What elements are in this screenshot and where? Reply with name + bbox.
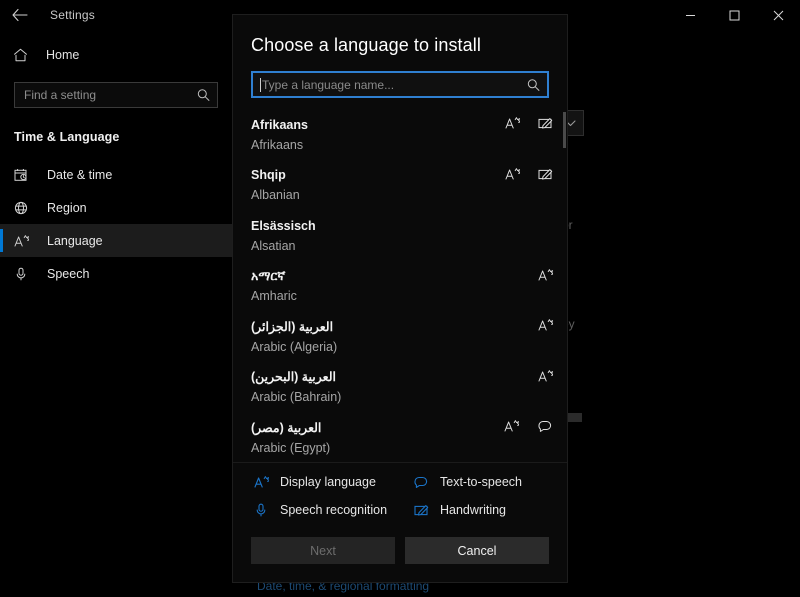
display-language-icon [251, 475, 271, 489]
language-english-name: Albanian [251, 185, 561, 205]
legend-text-to-speech: Text-to-speech [411, 475, 549, 489]
search-icon [197, 89, 210, 102]
text-to-speech-icon [411, 475, 431, 489]
app-title: Settings [50, 8, 95, 22]
capability-legend: Display language Text-to-speech Spe [233, 462, 567, 521]
globe-icon [14, 201, 34, 215]
microphone-icon [14, 267, 34, 281]
sidebar-item-date-time[interactable]: Date & time [0, 158, 232, 191]
language-search-placeholder: Type a language name... [262, 78, 394, 92]
sidebar-item-region[interactable]: Region [0, 191, 232, 224]
language-capability-icons [538, 369, 553, 383]
legend-speech-recognition: Speech recognition [251, 503, 411, 517]
display-language-icon [505, 167, 520, 181]
sidebar-section-title: Time & Language [14, 130, 232, 144]
sidebar-search-box[interactable]: Find a setting [14, 82, 218, 108]
list-item[interactable]: አማርኛ Amharic [251, 262, 561, 313]
handwriting-icon [538, 116, 553, 130]
list-item[interactable]: Shqip Albanian [251, 161, 561, 212]
list-item[interactable]: العربية (الجزائر) Arabic (Algeria) [251, 312, 561, 363]
dialog-title: Choose a language to install [251, 35, 549, 56]
back-button[interactable] [0, 0, 40, 30]
language-english-name: Afrikaans [251, 135, 561, 155]
settings-window: Settings [0, 0, 800, 597]
display-language-icon [14, 234, 34, 248]
sidebar-item-label: Region [47, 201, 87, 215]
dialog-actions: Next Cancel [233, 521, 567, 582]
sidebar: Home Find a setting Time & Language [0, 36, 232, 597]
sidebar-search-placeholder: Find a setting [24, 88, 96, 102]
language-capability-icons [505, 116, 553, 130]
language-capability-icons [505, 167, 553, 181]
display-language-icon [538, 318, 553, 332]
maximize-button[interactable] [712, 0, 756, 30]
sidebar-item-language[interactable]: Language [0, 224, 232, 257]
background-badge [568, 413, 582, 422]
sidebar-item-label: Language [47, 234, 103, 248]
language-english-name: Amharic [251, 286, 561, 306]
handwriting-icon [538, 167, 553, 181]
choose-language-dialog: Choose a language to install Type a lang… [232, 14, 568, 583]
dialog-header: Choose a language to install [233, 15, 567, 56]
language-capability-icons [538, 268, 553, 282]
legend-display-language: Display language [251, 475, 411, 489]
home-icon [13, 48, 35, 62]
text-to-speech-icon [537, 419, 553, 433]
language-english-name: Arabic (Algeria) [251, 337, 561, 357]
legend-label: Handwriting [440, 503, 506, 517]
language-list-scrollbar[interactable] [563, 110, 567, 462]
display-language-icon [538, 369, 553, 383]
language-english-name: Arabic (Egypt) [251, 438, 561, 458]
sidebar-item-home[interactable]: Home [0, 40, 232, 70]
language-english-name: Arabic (Bahrain) [251, 387, 561, 407]
legend-handwriting: Handwriting [411, 503, 549, 517]
legend-label: Speech recognition [280, 503, 387, 517]
sidebar-home-label: Home [46, 48, 79, 62]
next-button[interactable]: Next [251, 537, 395, 564]
language-native-name: العربية (الجزائر) [251, 318, 561, 337]
language-capability-icons [504, 419, 553, 433]
text-caret [260, 78, 261, 92]
legend-label: Text-to-speech [440, 475, 522, 489]
calendar-clock-icon [14, 168, 34, 182]
legend-label: Display language [280, 475, 376, 489]
sidebar-nav-list: Date & time Region [0, 158, 232, 290]
language-native-name: አማርኛ [251, 267, 561, 286]
back-arrow-icon [12, 8, 28, 22]
list-item[interactable]: العربية (مصر) Arabic (Egypt) [251, 413, 561, 462]
search-icon [527, 78, 540, 91]
close-icon [773, 10, 784, 21]
language-native-name: Elsässisch [251, 217, 561, 236]
display-language-icon [504, 419, 519, 433]
list-item[interactable]: العربية (البحرين) Arabic (Bahrain) [251, 363, 561, 414]
maximize-icon [729, 10, 740, 21]
language-capability-icons [538, 318, 553, 332]
language-native-name: العربية (البحرين) [251, 368, 561, 387]
sidebar-item-label: Speech [47, 267, 89, 281]
sidebar-item-speech[interactable]: Speech [0, 257, 232, 290]
microphone-icon [251, 503, 271, 517]
handwriting-icon [411, 503, 431, 517]
minimize-icon [685, 10, 696, 21]
display-language-icon [505, 116, 520, 130]
minimize-button[interactable] [668, 0, 712, 30]
scrollbar-thumb[interactable] [563, 112, 566, 148]
list-item[interactable]: Elsässisch Alsatian [251, 211, 561, 262]
language-list[interactable]: Afrikaans Afrikaans [233, 110, 567, 462]
language-search-input[interactable]: Type a language name... [251, 71, 549, 98]
language-english-name: Alsatian [251, 236, 561, 256]
display-language-icon [538, 268, 553, 282]
list-item[interactable]: Afrikaans Afrikaans [251, 110, 561, 161]
close-button[interactable] [756, 0, 800, 30]
cancel-button[interactable]: Cancel [405, 537, 549, 564]
window-controls [668, 0, 800, 30]
sidebar-item-label: Date & time [47, 168, 112, 182]
